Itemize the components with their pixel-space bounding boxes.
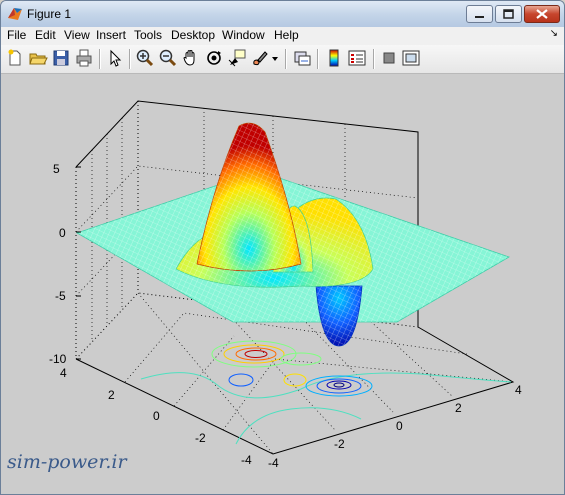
surface-plot[interactable]: 5 0 -5 -10 4 2 0 -2 -4 -4 -2 0 2 4 — [1, 74, 564, 495]
insert-legend-icon[interactable] — [347, 48, 367, 68]
toolbar-separator — [129, 49, 131, 69]
maximize-icon — [503, 9, 514, 19]
close-icon — [536, 9, 548, 19]
menu-insert[interactable]: Insert — [96, 28, 126, 42]
menu-tools[interactable]: Tools — [134, 28, 162, 42]
x-tick-label: 2 — [455, 401, 462, 415]
menu-bar: File Edit View Insert Tools Desktop Wind… — [1, 27, 564, 45]
x-tick-label: -2 — [334, 437, 345, 451]
minimize-icon — [475, 16, 484, 18]
menu-desktop[interactable]: Desktop — [171, 28, 215, 42]
open-file-icon[interactable] — [28, 48, 48, 68]
floor-contours — [140, 340, 512, 445]
menu-view[interactable]: View — [64, 28, 90, 42]
z-tick-label: -5 — [55, 289, 66, 303]
toolbar-separator — [99, 49, 101, 69]
save-icon[interactable] — [51, 48, 71, 68]
data-cursor-icon[interactable] — [227, 48, 247, 68]
toolbar-separator — [373, 49, 375, 69]
toolbar-separator — [285, 49, 287, 69]
y-tick-label: 2 — [108, 388, 115, 402]
zoom-in-icon[interactable] — [135, 48, 155, 68]
menu-file[interactable]: File — [7, 28, 26, 42]
figure-toolbar — [1, 45, 564, 74]
x-tick-label: 0 — [396, 419, 403, 433]
y-tick-label: -2 — [195, 431, 206, 445]
zoom-out-icon[interactable] — [158, 48, 178, 68]
x-tick-label: 4 — [515, 383, 522, 397]
pan-hand-icon[interactable] — [181, 48, 201, 68]
close-button[interactable] — [524, 5, 560, 23]
x-axis: -4 -2 0 2 4 — [268, 383, 522, 470]
menu-edit[interactable]: Edit — [35, 28, 56, 42]
matlab-icon — [8, 8, 22, 20]
menu-window[interactable]: Window — [222, 28, 265, 42]
print-icon[interactable] — [74, 48, 94, 68]
y-tick-label: -4 — [241, 453, 252, 467]
z-tick-label: 0 — [59, 226, 66, 240]
maximize-button[interactable] — [495, 5, 522, 23]
hide-plot-tools-icon[interactable] — [379, 48, 399, 68]
show-plot-tools-icon[interactable] — [401, 48, 421, 68]
surface-trough — [315, 285, 363, 347]
z-tick-label: -10 — [49, 352, 67, 366]
new-figure-icon[interactable] — [5, 48, 25, 68]
menu-help[interactable]: Help — [274, 28, 299, 42]
y-tick-label: 4 — [60, 366, 67, 380]
z-tick-label: 5 — [53, 162, 60, 176]
x-tick-label: -4 — [268, 456, 279, 470]
insert-colorbar-icon[interactable] — [324, 48, 344, 68]
y-tick-label: 0 — [153, 409, 160, 423]
watermark-text: sim-power.ir — [7, 451, 127, 473]
minimize-button[interactable] — [466, 5, 493, 23]
brush-dropdown-icon[interactable] — [269, 48, 281, 68]
brush-icon[interactable] — [250, 48, 270, 68]
title-bar[interactable]: Figure 1 — [1, 1, 564, 27]
window-title: Figure 1 — [27, 7, 72, 21]
menubar-dock-arrow-icon[interactable]: ↘ — [550, 28, 558, 39]
figure-window: Figure 1 File Edit View Insert Tools Des… — [0, 0, 565, 495]
link-plot-icon[interactable] — [292, 48, 312, 68]
edit-plot-arrow-icon[interactable] — [105, 48, 125, 68]
rotate-3d-icon[interactable] — [204, 48, 224, 68]
toolbar-separator — [317, 49, 319, 69]
